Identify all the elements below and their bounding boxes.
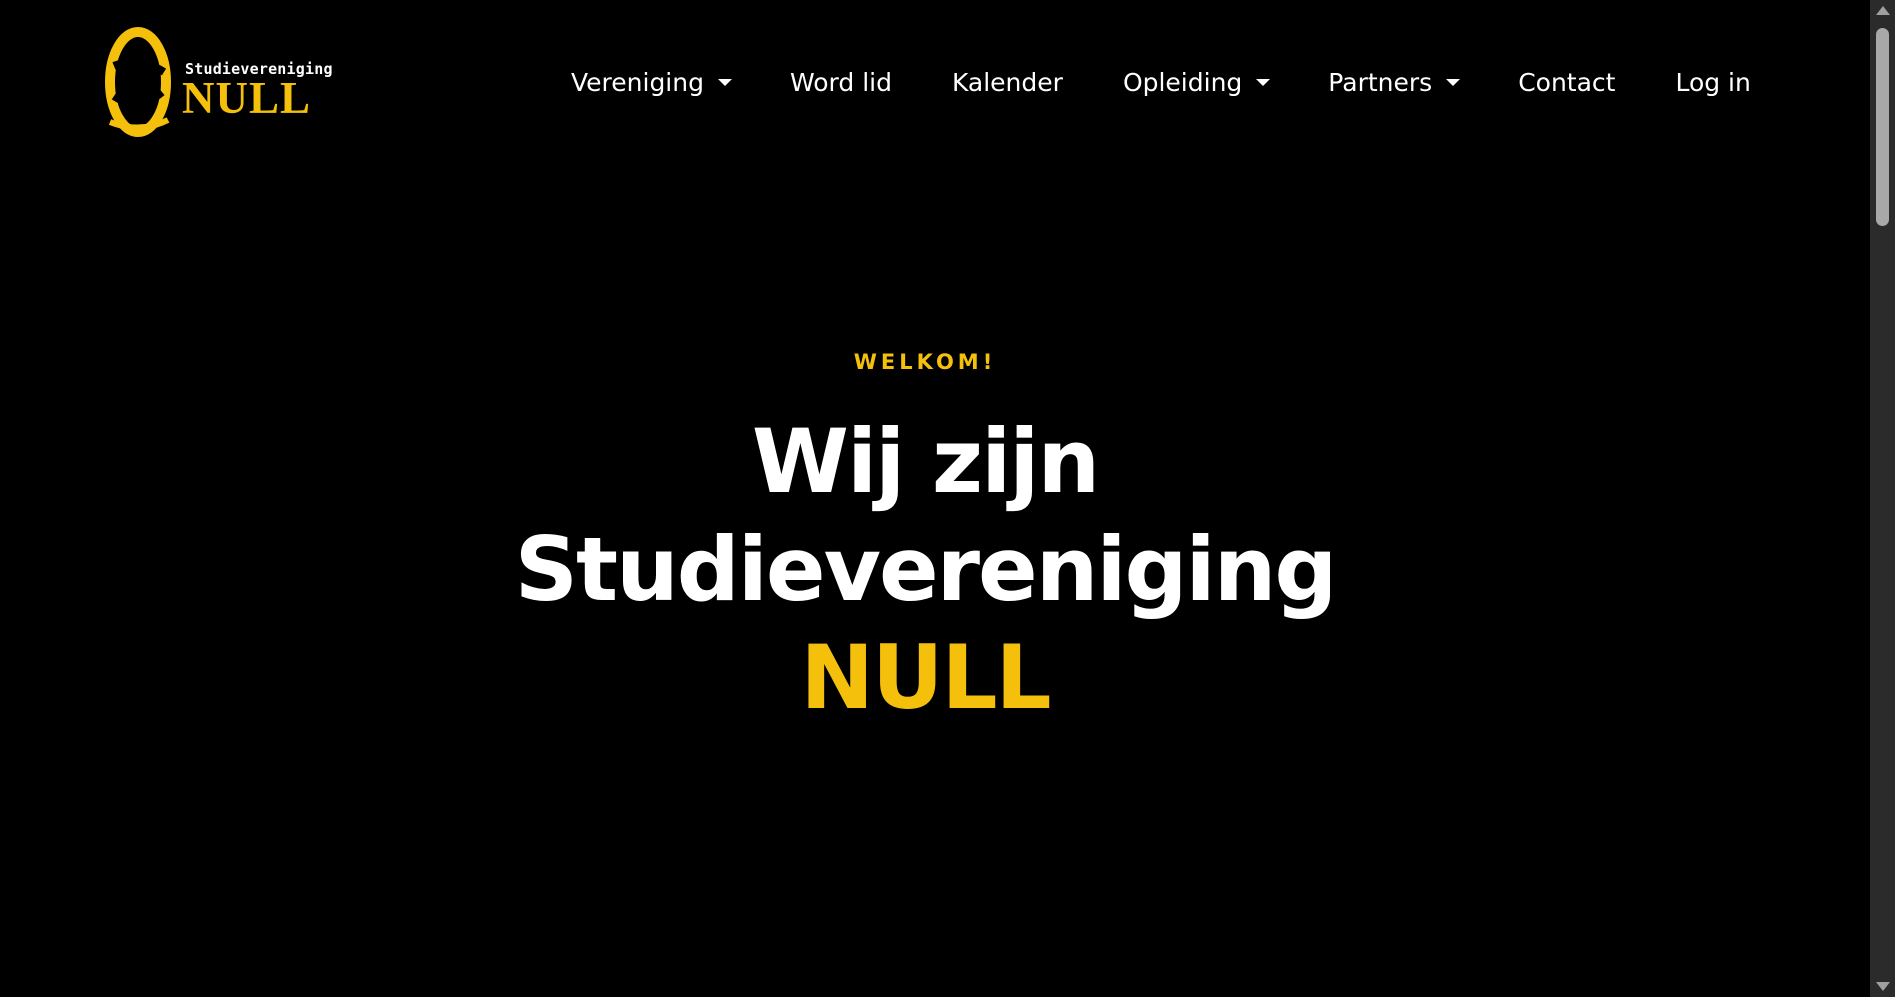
chevron-down-icon bbox=[717, 78, 732, 86]
page: Studievereniging NULL Vereniging Word li… bbox=[0, 0, 1870, 997]
logo-big-text: NULL bbox=[182, 73, 312, 123]
nav-item-log-in[interactable]: Log in bbox=[1675, 68, 1750, 97]
hero-line-2: Studievereniging bbox=[514, 518, 1338, 621]
nav-item-word-lid[interactable]: Word lid bbox=[790, 68, 892, 97]
vertical-scrollbar[interactable] bbox=[1870, 0, 1895, 997]
hero-headline: Wij zijn Studievereniging NULL bbox=[0, 408, 1850, 732]
logo-link[interactable]: Studievereniging NULL bbox=[100, 26, 340, 138]
scroll-down-arrow-icon[interactable] bbox=[1876, 982, 1890, 991]
nav-label: Vereniging bbox=[571, 67, 704, 97]
nav-item-kalender[interactable]: Kalender bbox=[952, 68, 1063, 97]
nav-label: Kalender bbox=[951, 67, 1063, 97]
chevron-down-icon bbox=[1446, 78, 1461, 86]
hero-eyebrow: WELKOM! bbox=[853, 350, 997, 374]
nav-label: Word lid bbox=[789, 67, 892, 97]
chevron-down-icon bbox=[1256, 78, 1271, 86]
logo-emblem-icon bbox=[105, 27, 171, 137]
nav-item-opleiding[interactable]: Opleiding bbox=[1122, 67, 1271, 97]
hero-line-1: Wij zijn bbox=[751, 410, 1100, 513]
nav-item-contact[interactable]: Contact bbox=[1518, 68, 1615, 97]
nav-item-partners[interactable]: Partners bbox=[1328, 67, 1461, 97]
nav-item-vereniging[interactable]: Vereniging bbox=[571, 68, 732, 97]
nav-label: Partners bbox=[1328, 67, 1433, 97]
scroll-thumb[interactable] bbox=[1876, 28, 1889, 226]
main-nav: Vereniging Word lid Kalender Opleiding P… bbox=[571, 62, 1751, 102]
scroll-up-arrow-icon[interactable] bbox=[1876, 6, 1890, 15]
hero-accent: NULL bbox=[800, 626, 1051, 729]
nav-label: Opleiding bbox=[1122, 67, 1243, 97]
nav-label: Contact bbox=[1518, 67, 1616, 97]
nav-label: Log in bbox=[1675, 67, 1751, 97]
